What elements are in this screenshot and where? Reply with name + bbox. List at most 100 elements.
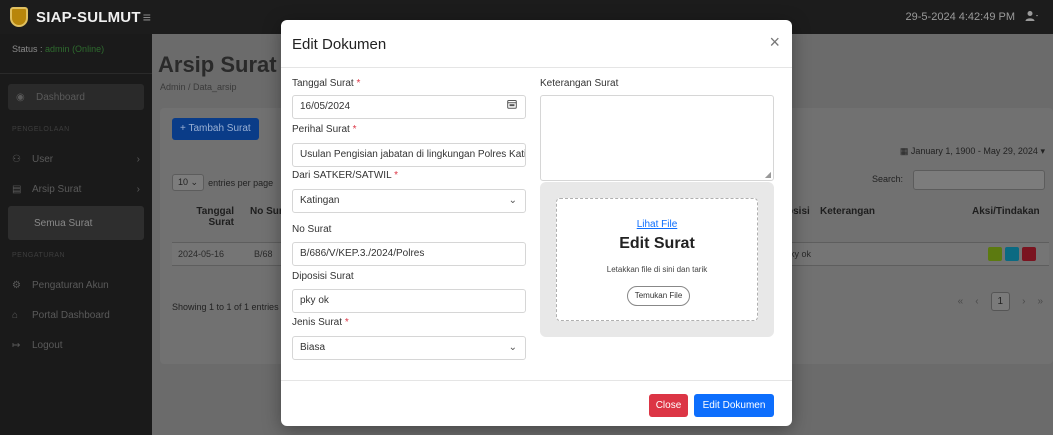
no-surat-input[interactable]: B/686/V/KEP.3./2024/Polres	[292, 242, 526, 266]
status-indicator: Status : admin (Online)	[0, 34, 152, 74]
jenis-select[interactable]: Biasa ⌄	[292, 336, 526, 360]
jenis-value: Biasa	[300, 342, 326, 353]
required-mark: *	[356, 78, 361, 89]
prev-page-button[interactable]: ‹	[975, 296, 978, 307]
browse-file-button[interactable]: Temukan File	[627, 286, 690, 306]
chevron-down-icon: ⌄	[508, 342, 517, 353]
sidebar-item-semua-surat[interactable]: Semua Surat	[8, 206, 144, 240]
date-range-picker[interactable]: ▦ January 1, 1900 - May 29, 2024 ▾	[900, 146, 1045, 157]
logout-icon: ↦	[12, 339, 21, 351]
showing-info: Showing 1 to 1 of 1 entries	[172, 302, 279, 312]
menu-toggle-icon[interactable]: ≡	[143, 9, 151, 25]
diposisi-value: pky ok	[300, 295, 329, 306]
status-label: Status :	[12, 44, 43, 54]
sidebar-item-label: Pengaturan Akun	[32, 279, 109, 291]
pagination: « ‹ 1 › »	[958, 292, 1043, 311]
sidebar-item-pengaturan-akun[interactable]: ⚙ Pengaturan Akun	[0, 270, 152, 300]
column-header-keterangan[interactable]: Keterangan	[820, 206, 875, 217]
file-upload-area: Lihat File Edit Surat Letakkan file di s…	[540, 182, 774, 337]
required-mark: *	[394, 170, 398, 181]
tanggal-value: 16/05/2024	[300, 101, 351, 112]
dropzone-hint: Letakkan file di sini dan tarik	[606, 265, 708, 274]
cell-diposisi: ky ok	[790, 249, 812, 259]
calendar-icon[interactable]	[507, 96, 517, 118]
sidebar-item-label: Logout	[32, 339, 63, 351]
diposisi-input[interactable]: pky ok	[292, 289, 526, 313]
calendar-icon: ▦	[899, 146, 909, 156]
dari-select[interactable]: Katingan ⌄	[292, 189, 526, 213]
brand[interactable]: SIAP-SULMUT ≡	[0, 0, 152, 34]
perihal-value: Usulan Pengisian jabatan di lingkungan P…	[300, 149, 526, 160]
breadcrumb: Admin / Data_arsip	[160, 82, 237, 92]
sidebar-item-dashboard[interactable]: ◉ Dashboard	[8, 84, 144, 110]
search-label: Search:	[871, 174, 903, 184]
dropzone-title: Edit Surat	[619, 235, 695, 252]
sidebar-item-portal-dashboard[interactable]: ⌂ Portal Dashboard	[0, 300, 152, 330]
cell-tanggal: 2024-05-16	[178, 249, 225, 259]
entries-select[interactable]: 10 ⌄	[172, 174, 205, 191]
topbar-right: 29-5-2024 4:42:49 PM	[906, 10, 1053, 25]
cell-no-surat: B/68	[254, 249, 273, 259]
search-input[interactable]	[913, 170, 1045, 190]
sidebar-item-label: Semua Surat	[34, 217, 93, 229]
sidebar-item-label: Arsip Surat	[32, 183, 82, 195]
brand-name: SIAP-SULMUT	[36, 8, 141, 26]
keterangan-textarea[interactable]: ◢	[540, 95, 774, 181]
view-file-link[interactable]: Lihat File	[557, 219, 757, 230]
entries-value: 10	[178, 177, 189, 187]
modal-header: Edit Dokumen ×	[281, 20, 792, 68]
no-surat-value: B/686/V/KEP.3./2024/Polres	[300, 248, 425, 259]
chevron-right-icon: ›	[136, 153, 140, 165]
view-icon[interactable]	[1005, 247, 1019, 261]
sidebar: Status : admin (Online) ◉ Dashboard PENG…	[0, 34, 152, 435]
date-range-text: January 1, 1900 - May 29, 2024	[910, 146, 1038, 156]
dari-value: Katingan	[300, 195, 340, 206]
tanggal-label: Tanggal Surat *	[292, 78, 360, 89]
archive-icon: ▤	[12, 183, 22, 195]
perihal-label: Perihal Surat *	[292, 124, 357, 135]
entries-label: entries per page	[208, 177, 274, 188]
dari-label: Dari SATKER/SATWIL *	[292, 170, 398, 181]
users-icon: ⚇	[12, 153, 21, 165]
add-letter-button[interactable]: + Tambah Surat	[172, 118, 259, 140]
page-button-current[interactable]: 1	[990, 292, 1011, 311]
label-text: Tanggal Surat	[292, 78, 354, 89]
datetime-display: 29-5-2024 4:42:49 PM	[905, 11, 1015, 23]
label-text: Dari SATKER/SATWIL	[292, 170, 392, 181]
police-logo	[10, 7, 28, 27]
diposisi-label: Diposisi Surat	[292, 271, 354, 282]
column-header-aksi: Aksi/Tindakan	[972, 206, 1040, 217]
sidebar-item-logout[interactable]: ↦ Logout	[0, 330, 152, 360]
keterangan-label: Keterangan Surat	[540, 78, 619, 89]
file-dropzone[interactable]: Lihat File Edit Surat Letakkan file di s…	[556, 198, 758, 321]
jenis-label: Jenis Surat *	[292, 317, 349, 328]
first-page-button[interactable]: «	[958, 296, 964, 307]
resize-handle-icon[interactable]: ◢	[765, 170, 771, 179]
sidebar-item-arsip-surat[interactable]: ▤ Arsip Surat ›	[0, 174, 152, 204]
required-mark: *	[344, 317, 349, 328]
sidebar-item-label: Portal Dashboard	[32, 309, 110, 321]
entries-selector: 10 ⌄ entries per page	[172, 174, 273, 191]
edit-document-modal: Edit Dokumen × Tanggal Surat * 16/05/202…	[281, 20, 792, 426]
user-icon[interactable]	[1025, 10, 1039, 25]
home-icon: ⌂	[12, 309, 19, 321]
section-heading-pengaturan: PENGATURAN	[12, 252, 66, 259]
caret-down-icon: ▾	[1040, 146, 1045, 156]
column-header-tanggal[interactable]: Tanggal Surat	[172, 206, 234, 228]
modal-footer: Close Edit Dokumen	[281, 380, 792, 426]
required-mark: *	[352, 124, 357, 135]
tanggal-input[interactable]: 16/05/2024	[292, 95, 526, 119]
last-page-button[interactable]: »	[1037, 296, 1043, 307]
close-icon[interactable]: ×	[769, 33, 780, 51]
sidebar-item-user[interactable]: ⚇ User ›	[0, 144, 152, 174]
perihal-input[interactable]: Usulan Pengisian jabatan di lingkungan P…	[292, 143, 526, 167]
edit-document-button[interactable]: Edit Dokumen	[694, 394, 774, 417]
close-button[interactable]: Close	[649, 394, 688, 417]
chevron-down-icon: ⌄	[508, 195, 517, 206]
next-page-button[interactable]: ›	[1022, 296, 1025, 307]
no-surat-label: No Surat	[292, 224, 332, 235]
label-text: Perihal Surat	[292, 124, 350, 135]
edit-icon[interactable]	[988, 247, 1002, 261]
label-text: Jenis Surat	[292, 317, 343, 328]
delete-icon[interactable]	[1022, 247, 1036, 261]
